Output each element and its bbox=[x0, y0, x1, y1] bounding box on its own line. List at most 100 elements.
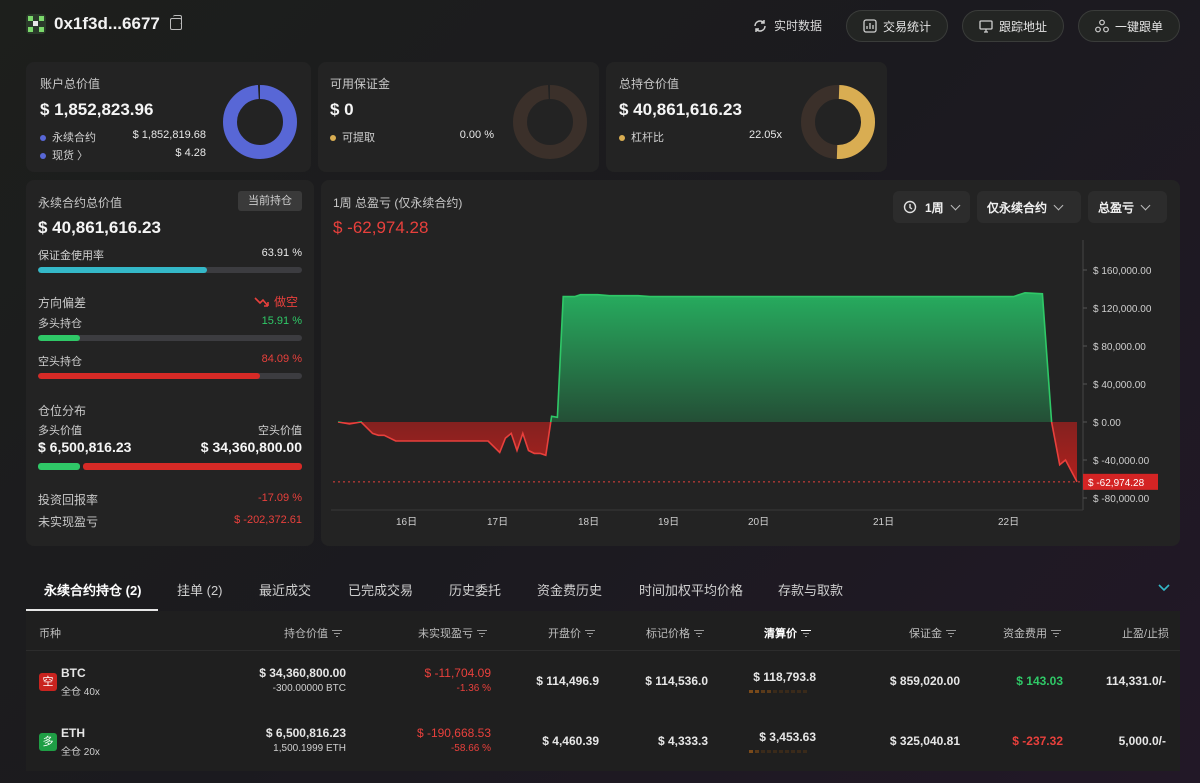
sort-icon bbox=[801, 630, 811, 638]
margin-amount: $ 859,020.00 bbox=[889, 674, 960, 688]
account-total-card: 账户总价值 $ 1,852,823.96 永续合约 $ 1,852,819.68… bbox=[26, 62, 311, 172]
tab-perp-positions[interactable]: 永续合约持仓 (2) bbox=[44, 580, 142, 599]
header-margin[interactable]: 保证金 bbox=[909, 625, 956, 641]
header-position-value[interactable]: 持仓价值 bbox=[284, 625, 342, 641]
sort-icon bbox=[332, 630, 342, 638]
track-address-label: 跟踪地址 bbox=[998, 19, 1047, 34]
trend-down-icon bbox=[254, 296, 269, 307]
trade-stats-button[interactable]: 交易统计 bbox=[846, 10, 948, 42]
withdrawable-legend: 可提取 bbox=[330, 129, 375, 145]
sort-icon bbox=[477, 630, 487, 638]
tab-funding-history[interactable]: 资金费历史 bbox=[537, 580, 602, 599]
tp-sl[interactable]: 114,331.0/- bbox=[1086, 674, 1166, 688]
header-tp-sl: 止盈/止损 bbox=[1122, 628, 1170, 640]
track-address-button[interactable]: 跟踪地址 bbox=[962, 10, 1064, 42]
perp-total-value: $ 40,861,616.23 bbox=[38, 218, 161, 237]
header-mark-price[interactable]: 标记价格 bbox=[646, 625, 704, 641]
header-open-price[interactable]: 开盘价 bbox=[548, 625, 595, 641]
position-size: -300.00000 BTC bbox=[272, 683, 346, 694]
perp-legend-label: 永续合约 bbox=[52, 132, 96, 144]
tab-recent-fills[interactable]: 最近成交 bbox=[259, 580, 311, 599]
collapse-chevron-icon[interactable] bbox=[1158, 584, 1170, 592]
sort-icon bbox=[694, 630, 704, 638]
open-price: $ 114,496.9 bbox=[536, 674, 599, 688]
header-liquidation-price[interactable]: 清算价 bbox=[764, 625, 811, 641]
tab-twap[interactable]: 时间加权平均价格 bbox=[639, 580, 743, 599]
long-position-label: 多头持仓 bbox=[38, 318, 82, 330]
copy-trade-icon bbox=[1095, 19, 1109, 33]
short-value-label: 空头价值 bbox=[258, 425, 302, 437]
margin-usage-value: 63.91 % bbox=[261, 247, 302, 259]
header-unrealized-pnl[interactable]: 未实现盈亏 bbox=[418, 625, 487, 641]
available-margin-label: 可用保证金 bbox=[330, 77, 391, 91]
table-header: 币种 持仓价值 未实现盈亏 开盘价 标记价格 清算价 保证金 资金费用 止盈/止… bbox=[26, 611, 1180, 651]
margin-mode: 全仓 20x bbox=[61, 747, 100, 758]
refresh-icon bbox=[754, 19, 766, 32]
position-tabs: 永续合约持仓 (2) 挂单 (2) 最近成交 已完成交易 历史委托 资金费历史 … bbox=[26, 570, 1180, 611]
distribution-bar bbox=[38, 463, 302, 470]
y-tick-label: $ -80,000.00 bbox=[1093, 494, 1150, 505]
unrealized-pnl-pct: -58.66 % bbox=[450, 743, 491, 754]
total-position-card: 总持仓价值 $ 40,861,616.23 杠杆比 22.05x bbox=[606, 62, 887, 172]
available-margin-card: 可用保证金 $ 0 可提取 0.00 % bbox=[318, 62, 599, 172]
spot-legend-value: $ 4.28 bbox=[175, 147, 206, 159]
positions-table: 币种 持仓价值 未实现盈亏 开盘价 标记价格 清算价 保证金 资金费用 止盈/止… bbox=[26, 611, 1180, 771]
tp-sl[interactable]: 5,000.0/- bbox=[1086, 734, 1166, 748]
liquidation-price: $ 118,793.8 bbox=[753, 670, 816, 684]
spot-legend[interactable]: 现货 〉 bbox=[40, 147, 88, 163]
avatar bbox=[26, 14, 46, 34]
sort-icon bbox=[585, 630, 595, 638]
short-position-fill bbox=[38, 373, 260, 379]
distribution-long-fill bbox=[38, 463, 80, 470]
long-position-fill bbox=[38, 335, 80, 341]
account-total-value: $ 1,852,823.96 bbox=[40, 100, 154, 119]
roi-value: -17.09 % bbox=[257, 492, 302, 504]
y-tick-label: $ -40,000.00 bbox=[1093, 456, 1150, 467]
long-position-value: 15.91 % bbox=[261, 315, 302, 327]
wallet-address: 0x1f3d...6677 bbox=[54, 14, 160, 33]
liquidation-risk-meter bbox=[749, 690, 807, 693]
trade-stats-label: 交易统计 bbox=[882, 19, 931, 34]
perp-legend-value: $ 1,852,819.68 bbox=[132, 129, 206, 141]
y-tick-label: $ 40,000.00 bbox=[1093, 380, 1146, 391]
total-position-value: $ 40,861,616.23 bbox=[619, 100, 742, 119]
perp-legend: 永续合约 bbox=[40, 129, 96, 145]
tab-deposits-withdrawals[interactable]: 存款与取款 bbox=[778, 580, 843, 599]
y-tick-label: $ 80,000.00 bbox=[1093, 342, 1146, 353]
leverage-donut-chart bbox=[801, 84, 875, 159]
realtime-data-toggle[interactable]: 实时数据 bbox=[752, 17, 822, 34]
short-position-bar bbox=[38, 373, 302, 379]
unrealized-pnl-label: 未实现盈亏 bbox=[38, 515, 99, 529]
table-row[interactable]: 空 BTC 全仓 40x $ 34,360,800.00 -300.00000 … bbox=[26, 652, 1180, 710]
coin-name: ETH bbox=[61, 726, 85, 740]
account-donut-chart bbox=[223, 85, 297, 159]
funding-fee: $ -237.32 bbox=[1012, 734, 1063, 748]
tab-order-history[interactable]: 历史委托 bbox=[449, 580, 501, 599]
sort-icon bbox=[1051, 630, 1061, 638]
copy-trade-button[interactable]: 一键跟单 bbox=[1078, 10, 1180, 42]
long-badge: 多 bbox=[39, 733, 57, 751]
wallet-address-group: 0x1f3d...6677 bbox=[26, 14, 182, 34]
direction-bias-value: 做空 bbox=[274, 295, 299, 309]
spot-dot bbox=[40, 153, 46, 160]
liquidation-price: $ 3,453.63 bbox=[759, 730, 816, 744]
perp-total-title: 永续合约总价值 bbox=[38, 196, 123, 210]
chart-icon bbox=[863, 19, 877, 33]
direction-bias-label: 方向偏差 bbox=[38, 296, 87, 310]
table-row[interactable]: 多 ETH 全仓 20x $ 6,500,816.23 1,500.1999 E… bbox=[26, 712, 1180, 770]
margin-amount: $ 325,040.81 bbox=[889, 734, 960, 748]
mark-price: $ 4,333.3 bbox=[657, 734, 708, 748]
open-price: $ 4,460.39 bbox=[542, 734, 599, 748]
tab-open-orders[interactable]: 挂单 (2) bbox=[177, 580, 223, 599]
x-tick-label: 21日 bbox=[873, 517, 894, 528]
direction-bias-indicator: 做空 bbox=[254, 293, 298, 310]
y-tick-label: $ 0.00 bbox=[1093, 418, 1121, 429]
current-position-badge[interactable]: 当前持仓 bbox=[238, 191, 302, 211]
header-funding[interactable]: 资金费用 bbox=[1003, 625, 1061, 641]
sort-icon bbox=[946, 630, 956, 638]
copy-icon[interactable] bbox=[169, 15, 182, 30]
pnl-area-positive bbox=[338, 292, 1077, 422]
total-position-label: 总持仓价值 bbox=[619, 77, 680, 91]
liquidation-risk-meter bbox=[749, 750, 807, 753]
tab-completed-trades[interactable]: 已完成交易 bbox=[348, 580, 413, 599]
